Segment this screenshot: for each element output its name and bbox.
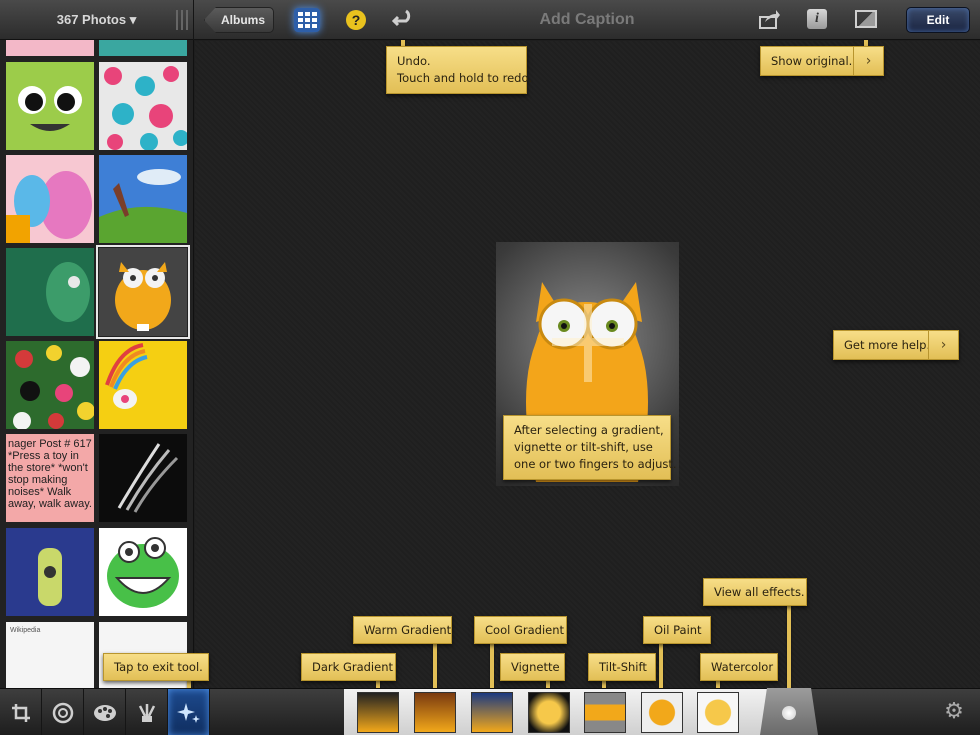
chevron-right-icon[interactable]: › [853, 47, 883, 75]
photo-thumbnail[interactable] [6, 62, 94, 150]
dark-gradient-tooltip: Dark Gradient [301, 653, 396, 681]
albums-back-button[interactable]: Albums [204, 7, 274, 33]
brushes-icon[interactable] [126, 689, 168, 735]
oil-paint-tooltip: Oil Paint [643, 616, 711, 644]
photo-thumbnail[interactable] [99, 155, 187, 243]
undo-icon[interactable] [391, 8, 416, 32]
photo-thumbnail[interactable]: nager Post # 617 *Press a toy in the sto… [6, 434, 94, 522]
photo-thumbnail[interactable] [6, 248, 94, 336]
grid-icon[interactable] [294, 8, 320, 32]
photo-thumbnail[interactable]: Wikipedia [6, 622, 94, 688]
effects-slider-handle[interactable] [760, 688, 818, 735]
sidebar-resize-grip-icon[interactable] [176, 10, 188, 30]
vignette-effect[interactable] [528, 692, 570, 733]
tooltip-text: Undo. [397, 54, 431, 68]
crop-icon[interactable] [0, 689, 42, 735]
watercolor-tooltip: Watercolor [700, 653, 778, 681]
photo-thumbnail[interactable] [6, 155, 94, 243]
watercolor-effect[interactable] [697, 692, 739, 733]
tooltip-pointer [659, 644, 663, 692]
thumbnail-text: Wikipedia [10, 627, 41, 634]
chevron-right-icon[interactable]: › [928, 331, 958, 359]
share-icon[interactable] [759, 9, 781, 29]
tooltip-pointer [433, 644, 437, 692]
show-original-tooltip[interactable]: Show original. › [760, 46, 884, 76]
warm-gradient-tooltip: Warm Gradient [353, 616, 452, 644]
tilt-shift-effect[interactable] [584, 692, 626, 733]
tooltip-pointer [490, 644, 494, 692]
photo-thumbnail[interactable] [6, 528, 94, 616]
vignette-tooltip: Vignette [500, 653, 565, 681]
bottom-toolbar: ⚙ [0, 688, 980, 735]
exit-tool-tooltip: Tap to exit tool. [103, 653, 209, 681]
photo-thumbnail-selected[interactable] [96, 245, 190, 339]
photo-thumbnail[interactable] [99, 40, 187, 56]
photo-thumbnail[interactable] [6, 341, 94, 429]
cool-gradient-tooltip: Cool Gradient [474, 616, 567, 644]
tooltip-text: Show original. [771, 54, 853, 68]
edit-button[interactable]: Edit [906, 7, 970, 33]
tooltip-text: Touch and hold to redo. [397, 71, 532, 85]
tooltip-text: After selecting a gradient, [514, 423, 664, 437]
dark-gradient-effect[interactable] [357, 692, 399, 733]
effects-strip[interactable] [344, 689, 780, 735]
photo-thumbnail[interactable] [99, 62, 187, 150]
palette-icon[interactable] [84, 689, 126, 735]
tooltip-pointer [787, 606, 791, 692]
tilt-shift-tooltip: Tilt-Shift [588, 653, 656, 681]
photo-thumbnail[interactable] [99, 341, 187, 429]
thumbnail-text: nager Post # 617 *Press a toy in the sto… [8, 438, 92, 510]
sparkle-icon[interactable] [168, 689, 210, 735]
aperture-icon[interactable] [42, 689, 84, 735]
photos-count-button[interactable]: 367 Photos ▾ [0, 0, 194, 40]
cool-gradient-effect[interactable] [471, 692, 513, 733]
gear-icon[interactable]: ⚙ [942, 699, 966, 723]
photo-thumbnail-sidebar[interactable]: nager Post # 617 *Press a toy in the sto… [0, 40, 194, 688]
oil-paint-effect[interactable] [641, 692, 683, 733]
help-button[interactable]: ? [346, 10, 366, 30]
caption-field[interactable]: Add Caption [480, 0, 694, 40]
get-more-help-tooltip[interactable]: Get more help. › [833, 330, 959, 360]
tooltip-text: Get more help. [844, 338, 931, 352]
tooltip-text: one or two fingers to adjust. [514, 457, 677, 471]
photo-thumbnail[interactable] [6, 40, 94, 56]
view-all-effects-tooltip: View all effects. [703, 578, 807, 606]
info-icon[interactable]: i [807, 9, 827, 29]
warm-gradient-effect[interactable] [414, 692, 456, 733]
photo-thumbnail[interactable] [99, 434, 187, 522]
undo-tooltip: Undo. Touch and hold to redo. [386, 46, 532, 94]
photo-thumbnail[interactable] [99, 528, 187, 616]
gradient-help-tooltip: After selecting a gradient, vignette or … [503, 415, 677, 480]
compare-icon[interactable] [855, 10, 877, 28]
top-toolbar: 367 Photos ▾ Albums ? Add Caption i Edit [0, 0, 980, 40]
tooltip-text: vignette or tilt-shift, use [514, 440, 653, 454]
